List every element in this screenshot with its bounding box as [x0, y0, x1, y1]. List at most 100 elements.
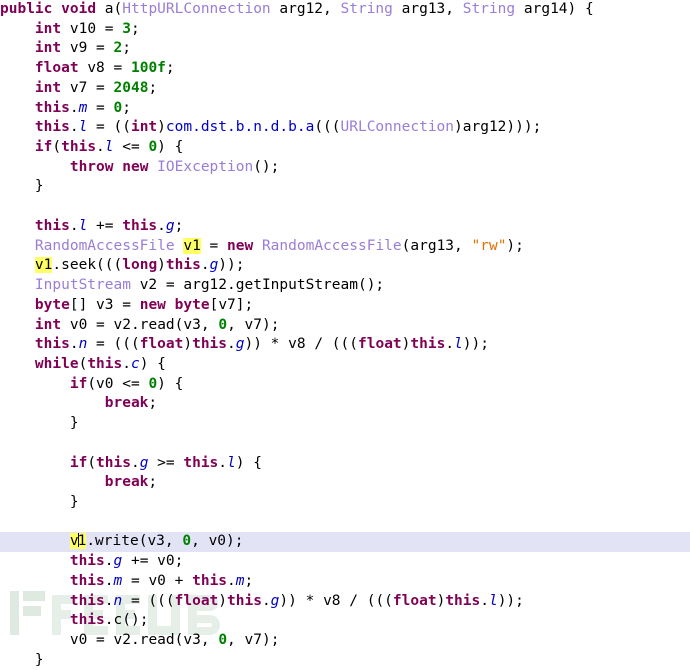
token-number: 100f	[130, 60, 166, 77]
token-var: v0	[157, 553, 175, 570]
token-keyword: this	[165, 257, 201, 274]
code-line[interactable]: byte[] v3 = new byte[v7];	[0, 296, 690, 316]
token-keyword: this	[192, 572, 228, 589]
code-line[interactable]: }	[0, 177, 690, 197]
code-line[interactable]: this.c();	[0, 611, 690, 631]
token-keyword: void	[61, 1, 97, 17]
token-occurrence-highlight: v1	[69, 533, 87, 550]
token-var: v0	[96, 375, 114, 392]
token-keyword: float	[392, 592, 437, 609]
token-var: arg13	[410, 237, 455, 254]
code-line[interactable]: this.n = (((float)this.g)) * v8 / (((flo…	[0, 592, 690, 612]
token-field: l	[454, 336, 463, 353]
token-method: write	[95, 533, 139, 550]
code-line[interactable]: }	[0, 414, 690, 434]
token-number: 0	[113, 99, 123, 116]
token-number: 0	[218, 632, 228, 648]
token-keyword: this	[410, 336, 446, 353]
token-field: n	[78, 336, 88, 353]
token-keyword: break	[104, 395, 149, 412]
token-number: 3	[122, 20, 131, 37]
token-keyword: long	[122, 257, 158, 274]
token-keyword: if	[34, 139, 53, 156]
code-line[interactable]: if(this.l <= 0) {	[0, 138, 690, 158]
token-var: v2	[113, 632, 131, 648]
code-line[interactable]: this.n = (((float)this.g)) * v8 / (((flo…	[0, 335, 690, 355]
code-line[interactable]: this.g += v0;	[0, 552, 690, 572]
token-keyword: this	[69, 553, 105, 570]
code-line[interactable]: this.l += this.g;	[0, 217, 690, 237]
code-line[interactable]: int v0 = v2.read(v3, 0, v7);	[0, 316, 690, 336]
code-line[interactable]: }	[0, 651, 690, 670]
code-line[interactable]: throw new IOException();	[0, 158, 690, 178]
token-var: v10	[69, 20, 97, 37]
token-var: v0	[208, 533, 227, 550]
token-keyword: this	[34, 99, 70, 116]
token-field: g	[139, 454, 149, 471]
code-line[interactable]: public void a(HttpURLConnection arg12, S…	[0, 0, 690, 20]
token-keyword: this	[69, 612, 105, 629]
token-keyword: float	[139, 336, 184, 353]
token-field: l	[488, 592, 498, 609]
token-keyword: this	[87, 355, 123, 372]
code-line[interactable]: v1.seek(((long)this.g));	[0, 256, 690, 276]
token-var: v8	[323, 592, 341, 609]
token-string: "rw"	[471, 237, 507, 254]
token-number: 0	[148, 139, 158, 156]
token-keyword: this	[96, 454, 131, 471]
token-var: v3	[183, 316, 201, 333]
code-line[interactable]: int v7 = 2048;	[0, 79, 690, 99]
token-keyword: int	[34, 79, 62, 96]
token-keyword: this	[122, 217, 158, 234]
token-field: l	[78, 217, 88, 234]
code-line[interactable]	[0, 197, 690, 217]
token-var: v7	[244, 316, 262, 333]
token-type: String	[340, 1, 393, 17]
code-line[interactable]: if(v0 <= 0) {	[0, 375, 690, 395]
code-content[interactable]: public void a(HttpURLConnection arg12, S…	[0, 0, 690, 670]
code-line[interactable]: RandomAccessFile v1 = new RandomAccessFi…	[0, 237, 690, 257]
code-line[interactable]: }	[0, 493, 690, 513]
code-line[interactable]	[0, 434, 690, 454]
code-editor[interactable]: public void a(HttpURLConnection arg12, S…	[0, 0, 690, 668]
code-line-active[interactable]: v1.write(v3, 0, v0);	[0, 532, 690, 553]
token-type: String	[462, 1, 516, 17]
code-line[interactable]: float v8 = 100f;	[0, 59, 690, 79]
token-keyword: byte	[34, 296, 70, 313]
token-keyword: public	[0, 1, 53, 17]
token-field: m	[78, 99, 88, 116]
code-line[interactable]: int v9 = 2;	[0, 39, 690, 59]
code-line[interactable]: while(this.c) {	[0, 355, 690, 375]
code-line[interactable]: v0 = v2.read(v3, 0, v7);	[0, 631, 690, 651]
code-line[interactable]	[0, 513, 690, 533]
code-line[interactable]: if(this.g >= this.l) {	[0, 454, 690, 474]
token-keyword: this	[445, 592, 481, 609]
token-method: c	[113, 612, 123, 629]
code-line[interactable]: this.m = 0;	[0, 99, 690, 119]
code-line[interactable]: this.l = ((int)com.dst.b.n.d.b.a(((URLCo…	[0, 118, 690, 138]
token-keyword: if	[69, 375, 88, 392]
token-keyword: new	[227, 237, 254, 254]
token-number: 2048	[113, 79, 149, 96]
token-number: 0	[218, 316, 228, 333]
token-keyword: this	[227, 592, 262, 609]
token-keyword: byte	[174, 296, 210, 313]
code-line[interactable]: InputStream v2 = arg12.getInputStream();	[0, 276, 690, 296]
token-field: l	[104, 139, 114, 156]
code-line[interactable]: this.m = v0 + this.m;	[0, 572, 690, 592]
token-keyword: this	[69, 572, 105, 589]
token-var: v3	[147, 533, 165, 550]
token-method-name: a	[104, 1, 114, 17]
token-type: InputStream	[34, 277, 131, 294]
token-field: g	[113, 553, 123, 570]
code-line[interactable]: break;	[0, 394, 690, 414]
token-field: g	[270, 592, 280, 609]
token-keyword: this	[34, 217, 70, 234]
token-field: g	[165, 217, 175, 234]
token-var: v0	[148, 572, 166, 589]
code-line[interactable]: break;	[0, 473, 690, 493]
token-field: c	[130, 355, 140, 372]
code-line[interactable]: int v10 = 3;	[0, 20, 690, 40]
token-occurrence-highlight: v1	[34, 257, 53, 274]
token-field: l	[227, 454, 236, 471]
